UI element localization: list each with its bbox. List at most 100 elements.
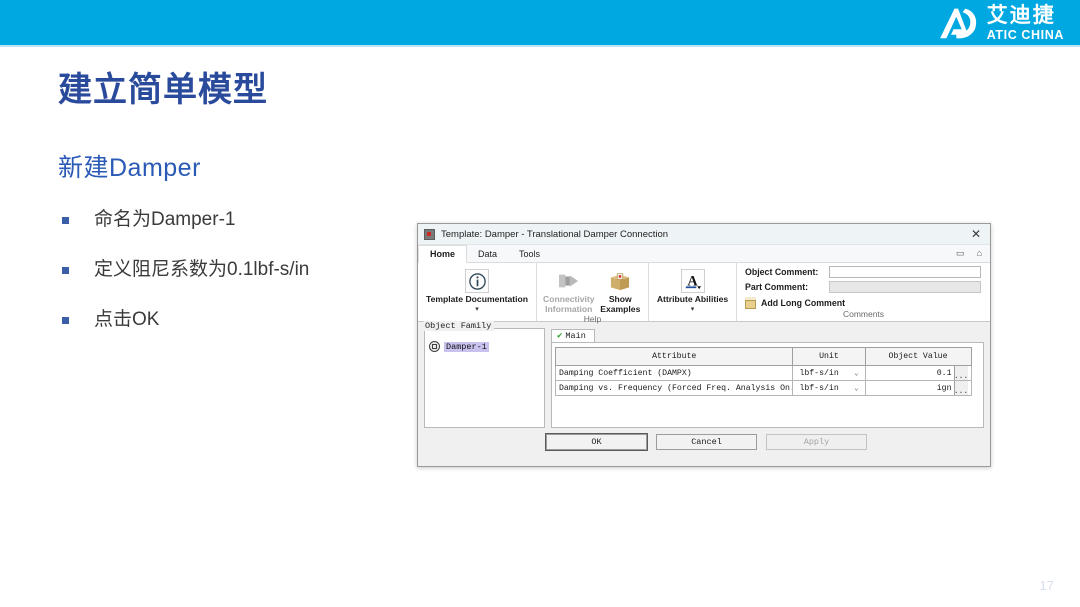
apply-button: Apply — [766, 434, 867, 450]
bullet-text: 命名为Damper-1 — [94, 209, 236, 230]
connectivity-information-button[interactable]: Connectivity Information — [543, 265, 595, 314]
object-value-text: 0.1 — [936, 368, 952, 378]
dialog-title: Template: Damper - Translational Damper … — [441, 228, 669, 240]
grid-empty-area — [555, 396, 980, 409]
open-box-icon — [607, 268, 633, 294]
bullet-marker-icon — [62, 217, 69, 224]
ribbon-tab-strip: Home Data Tools ▭ ⌂ — [418, 245, 990, 263]
chevron-down-icon[interactable]: ▾ — [691, 306, 695, 313]
bullet-marker-icon — [62, 316, 69, 324]
tree-item-damper-1[interactable]: Damper-1 — [429, 341, 544, 352]
ellipsis-button[interactable]: ... — [953, 366, 968, 380]
column-header-attribute: Attribute — [554, 347, 794, 366]
page-subtitle: 新建Damper — [58, 154, 201, 182]
ellipsis-button[interactable]: ... — [953, 381, 968, 395]
add-long-comment-label: Add Long Comment — [761, 298, 846, 308]
table-row[interactable]: Damping Coefficient (DAMPX) lbf-s/in ⌄ 0… — [554, 365, 980, 381]
page-title: 建立简单模型 — [58, 71, 268, 109]
attribute-grid: Attribute Unit Object Value Damping Coef… — [551, 342, 984, 428]
show-examples-button[interactable]: Show Examples — [599, 265, 642, 314]
bullet-list: 命名为Damper-1 定义阻尼系数为0.1lbf-s/in 点击OK — [62, 208, 392, 357]
column-header-unit: Unit — [792, 347, 866, 366]
cancel-button[interactable]: Cancel — [656, 434, 757, 450]
show-examples-label: Show Examples — [600, 294, 641, 314]
chevron-down-icon[interactable]: ▾ — [475, 306, 479, 313]
attribute-table-panel: ✔ Main Attribute Unit Object Value Dampi… — [551, 328, 984, 428]
info-circle-icon — [464, 268, 490, 294]
template-documentation-button[interactable]: Template Documentation ▾ — [424, 265, 530, 313]
object-comment-label: Object Comment: — [745, 267, 819, 277]
connectivity-information-label: Connectivity Information — [543, 294, 595, 314]
note-icon — [745, 297, 756, 309]
object-node-icon — [429, 341, 440, 352]
part-comment-row: Part Comment: — [745, 281, 982, 293]
unit-value: lbf-s/in — [799, 383, 839, 393]
logo-text-en: ATIC CHINA — [986, 27, 1064, 42]
ok-button[interactable]: OK — [545, 433, 648, 451]
ribbon: Template Documentation ▾ Connectivity In… — [418, 263, 990, 324]
tab-tools[interactable]: Tools — [508, 245, 551, 262]
object-family-title: Object Family — [424, 321, 495, 331]
object-family-panel: Object Family Damper-1 — [424, 321, 545, 428]
object-comment-row: Object Comment: — [745, 266, 982, 278]
column-header-object-value: Object Value — [864, 347, 972, 366]
letter-a-icon: A — [680, 268, 706, 294]
ad-monogram-icon — [939, 8, 976, 39]
page-number: 17 — [1039, 578, 1054, 593]
cell-attribute: Damping vs. Frequency (Forced Freq. Anal… — [554, 380, 794, 396]
close-icon[interactable]: ✕ — [966, 225, 986, 243]
part-comment-label: Part Comment: — [745, 282, 809, 292]
object-comment-input[interactable] — [829, 266, 981, 278]
cell-unit[interactable]: lbf-s/in ⌄ — [792, 365, 866, 381]
ribbon-group-comments: Object Comment: Part Comment: Add Long C… — [736, 263, 990, 321]
cell-spacer — [971, 381, 979, 396]
list-item: 定义阻尼系数为0.1lbf-s/in — [62, 258, 392, 282]
dialog-footer: OK Cancel Apply — [418, 428, 990, 451]
dialog-titlebar: Template: Damper - Translational Damper … — [418, 224, 990, 245]
attribute-abilities-label: Attribute Abilities — [656, 294, 729, 304]
object-value-text: ign — [936, 383, 952, 393]
unit-value: lbf-s/in — [799, 368, 839, 378]
damper-template-dialog: Template: Damper - Translational Damper … — [417, 223, 991, 467]
logo-text-cn: 艾迪捷 — [986, 3, 1056, 27]
slide-header-underline — [0, 45, 1080, 47]
bullet-text: 点击OK — [94, 308, 160, 330]
brand-logo: 艾迪捷 ATIC CHINA — [938, 3, 1064, 43]
ribbon-group-label-comments: Comments — [842, 309, 885, 319]
list-item: 命名为Damper-1 — [62, 208, 392, 232]
tab-home[interactable]: Home — [418, 245, 468, 263]
table-row[interactable]: Damping vs. Frequency (Forced Freq. Anal… — [554, 380, 980, 396]
cell-object-value[interactable]: ign ... — [864, 380, 972, 396]
column-header-spacer — [971, 348, 979, 366]
cell-spacer — [971, 366, 979, 381]
cell-object-value[interactable]: 0.1 ... — [864, 365, 972, 381]
cell-attribute: Damping Coefficient (DAMPX) — [554, 365, 794, 381]
tab-main-label: Main — [565, 331, 586, 341]
tree-item-label: Damper-1 — [444, 341, 489, 352]
bullet-text: 定义阻尼系数为0.1lbf-s/in — [94, 258, 310, 280]
check-icon: ✔ — [557, 330, 563, 341]
slide: 艾迪捷 ATIC CHINA 建立简单模型 新建Damper 命名为Damper… — [0, 0, 1080, 607]
part-comment-input — [829, 281, 981, 293]
tab-data[interactable]: Data — [467, 245, 508, 262]
ribbon-group-help: Connectivity Information Show Examples H… — [536, 263, 648, 324]
list-item: 点击OK — [62, 308, 392, 332]
chevron-down-icon[interactable]: ⌄ — [854, 369, 858, 378]
add-long-comment-button[interactable]: Add Long Comment — [745, 297, 982, 309]
dialog-body: Object Family Damper-1 ✔ Main Attribute … — [418, 321, 990, 428]
cell-unit[interactable]: lbf-s/in ⌄ — [792, 380, 866, 396]
data-tab-strip: ✔ Main — [551, 328, 984, 342]
template-documentation-label: Template Documentation — [425, 294, 529, 304]
slide-footer-bar — [0, 569, 1080, 607]
ribbon-group-attribute-abilities: A Attribute Abilities ▾ — [648, 263, 736, 321]
ribbon-group-label-spacer — [649, 313, 736, 325]
slide-header-bar — [0, 0, 1080, 45]
table-header-row: Attribute Unit Object Value — [554, 347, 980, 366]
chevron-down-icon[interactable]: ⌄ — [854, 384, 858, 393]
application-icon — [424, 228, 435, 240]
restore-icon[interactable]: ▭ — [956, 249, 965, 258]
attribute-abilities-button[interactable]: A Attribute Abilities ▾ — [655, 265, 730, 313]
bullet-marker-icon — [62, 266, 69, 274]
collapse-ribbon-icon[interactable]: ⌂ — [977, 249, 982, 258]
tab-main[interactable]: ✔ Main — [551, 329, 595, 342]
